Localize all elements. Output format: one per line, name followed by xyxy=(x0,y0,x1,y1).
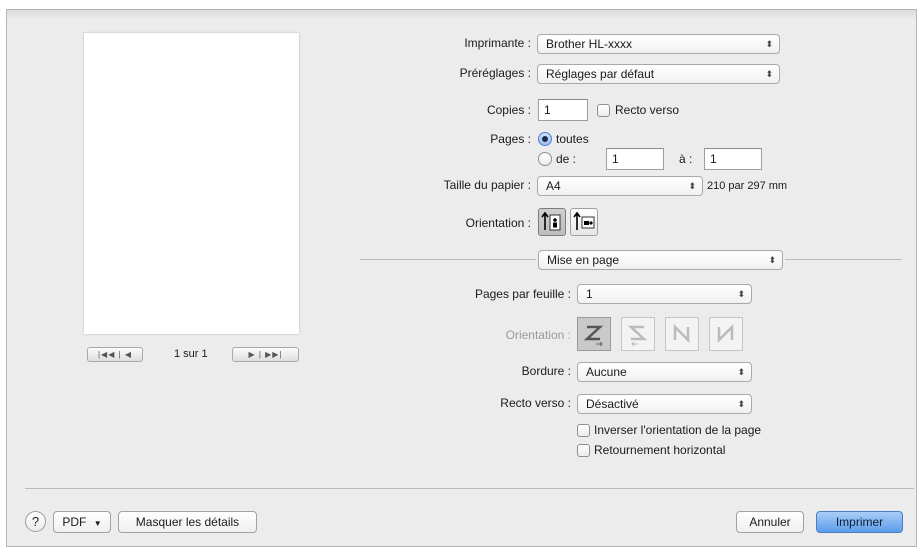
title-strip xyxy=(7,10,916,18)
copies-field[interactable]: 1 xyxy=(538,99,588,121)
page-preview xyxy=(84,33,299,334)
layout-z-button[interactable] xyxy=(577,317,611,351)
border-popup[interactable]: Aucune ⬍ xyxy=(577,362,752,382)
next-last-page-button[interactable]: ▶ | ▶▶| xyxy=(232,347,299,362)
pages-per-sheet-popup[interactable]: 1 ⬍ xyxy=(577,284,752,304)
separator-right xyxy=(785,259,902,260)
layout-z-icon xyxy=(583,325,604,347)
pages-label: Pages : xyxy=(490,132,531,146)
pages-from-label: de : xyxy=(556,152,577,166)
border-value: Aucune xyxy=(586,365,627,379)
presets-label: Préréglages : xyxy=(459,66,531,80)
portrait-icon xyxy=(541,211,561,231)
layout-reverse-n-button[interactable] xyxy=(709,317,743,351)
horizontal-flip-checkbox[interactable] xyxy=(577,444,590,457)
popup-arrows-icon: ⬍ xyxy=(737,367,745,377)
border-label: Bordure : xyxy=(521,364,571,378)
print-button[interactable]: Imprimer xyxy=(816,511,903,533)
horizontal-flip-label: Retournement horizontal xyxy=(594,443,726,457)
landscape-icon xyxy=(573,211,595,230)
pages-all-radio[interactable] xyxy=(538,132,552,146)
pdf-label: PDF xyxy=(62,515,87,529)
landscape-orientation-button[interactable] xyxy=(570,208,598,236)
separator-left xyxy=(360,259,536,260)
help-button[interactable]: ? xyxy=(25,511,46,532)
paper-dimensions: 210 par 297 mm xyxy=(707,180,788,192)
layout-s-icon xyxy=(627,325,648,347)
first-prev-page-button[interactable]: |◀◀ | ◀ xyxy=(87,347,143,362)
layout-direction-label: Orientation : xyxy=(505,328,571,342)
reverse-orientation-checkbox[interactable] xyxy=(577,424,590,437)
popup-arrows-icon: ⬍ xyxy=(768,255,776,265)
duplex-checkbox[interactable] xyxy=(597,104,610,117)
section-popup[interactable]: Mise en page ⬍ xyxy=(538,250,783,270)
printer-popup[interactable]: Brother HL-xxxx ⬍ xyxy=(537,34,780,54)
reverse-orientation-label: Inverser l'orientation de la page xyxy=(594,423,762,437)
two-sided-value: Désactivé xyxy=(586,397,639,411)
page-counter: 1 sur 1 xyxy=(174,348,208,360)
hide-details-button[interactable]: Masquer les détails xyxy=(118,511,257,533)
section-value: Mise en page xyxy=(547,253,620,267)
pages-to-label: à : xyxy=(679,152,693,166)
pages-to-field[interactable]: 1 xyxy=(704,148,762,170)
two-sided-popup[interactable]: Désactivé ⬍ xyxy=(577,394,752,414)
paper-size-popup[interactable]: A4 ⬍ xyxy=(537,176,703,196)
layout-n-icon xyxy=(673,323,690,344)
layout-n-button[interactable] xyxy=(665,317,699,351)
popup-arrows-icon: ⬍ xyxy=(765,69,773,79)
paper-size-value: A4 xyxy=(546,179,561,193)
duplex-label: Recto verso xyxy=(615,103,680,117)
cancel-button[interactable]: Annuler xyxy=(736,511,804,533)
print-dialog: |◀◀ | ◀ 1 sur 1 ▶ | ▶▶| Imprimante : Bro… xyxy=(6,9,917,547)
popup-arrows-icon: ⬍ xyxy=(737,399,745,409)
popup-arrows-icon: ⬍ xyxy=(737,289,745,299)
pages-per-sheet-value: 1 xyxy=(586,287,593,301)
portrait-orientation-button[interactable] xyxy=(538,208,566,236)
orientation-label: Orientation : xyxy=(465,216,531,230)
presets-popup[interactable]: Réglages par défaut ⬍ xyxy=(537,64,780,84)
pages-range-radio[interactable] xyxy=(538,152,552,166)
chevron-down-icon: ▼ xyxy=(93,519,102,528)
two-sided-label: Recto verso : xyxy=(500,396,571,410)
printer-label: Imprimante : xyxy=(464,36,531,50)
copies-label: Copies : xyxy=(486,103,531,117)
paper-size-label: Taille du papier : xyxy=(443,178,531,192)
printer-value: Brother HL-xxxx xyxy=(546,37,633,51)
pdf-menu-button[interactable]: PDF ▼ xyxy=(53,511,111,533)
pages-all-label: toutes xyxy=(556,132,589,146)
pages-per-sheet-label: Pages par feuille : xyxy=(474,287,571,301)
pages-from-field[interactable]: 1 xyxy=(606,148,664,170)
presets-value: Réglages par défaut xyxy=(546,67,655,81)
popup-arrows-icon: ⬍ xyxy=(688,181,696,191)
layout-reverse-n-icon xyxy=(717,323,734,344)
layout-s-button[interactable] xyxy=(621,317,655,351)
footer-separator xyxy=(25,488,914,489)
popup-arrows-icon: ⬍ xyxy=(765,39,773,49)
